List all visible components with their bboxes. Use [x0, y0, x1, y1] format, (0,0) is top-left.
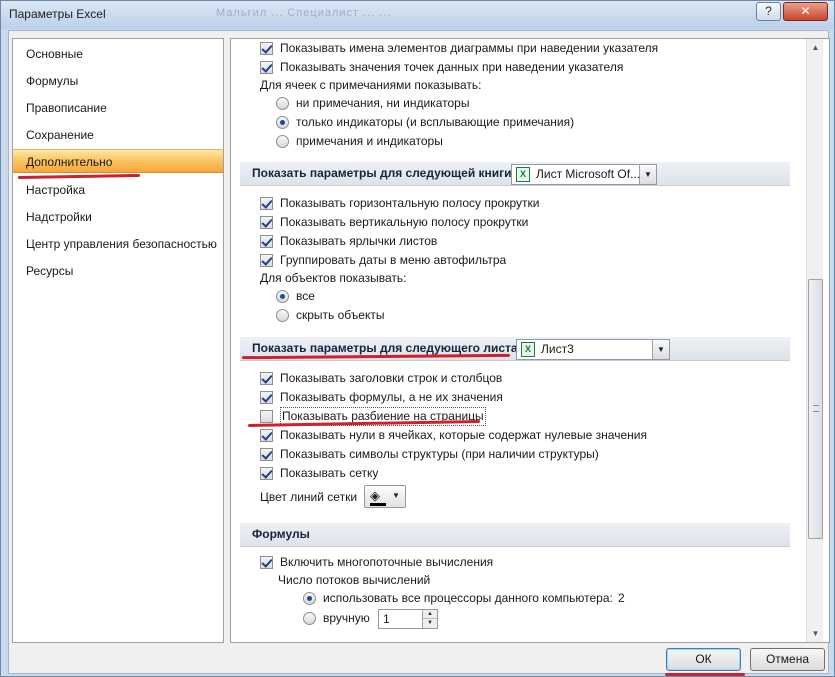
section-title: Показать параметры для следующего листа: — [252, 341, 522, 355]
section-title: Показать параметры для следующей книги: — [252, 166, 516, 180]
section-title: Формулы — [252, 527, 310, 541]
nav-item-customize[interactable]: Настройка — [13, 178, 223, 202]
threads-spinner[interactable]: 1 ▲ ▼ — [378, 609, 438, 629]
annotation-underline-ok — [665, 673, 745, 676]
checkbox-checked[interactable] — [260, 448, 273, 461]
title-bar: Параметры Excel Мальгил ... Специалист .… — [1, 1, 834, 29]
checkbox-checked[interactable] — [260, 197, 273, 210]
window-title: Параметры Excel — [9, 7, 106, 21]
checkbox-unchecked[interactable] — [260, 410, 273, 423]
chevron-down-icon[interactable]: ▼ — [392, 491, 400, 500]
label: Группировать даты в меню автофильтра — [280, 253, 507, 267]
checkbox-checked[interactable] — [260, 391, 273, 404]
content-scrollbar[interactable]: ▲ ▼ — [806, 39, 823, 642]
help-button[interactable]: ? — [756, 2, 781, 21]
radio-off[interactable] — [303, 612, 316, 625]
gridline-color-label: Цвет линий сетки — [260, 490, 358, 504]
ok-button[interactable]: ОК — [666, 648, 741, 671]
excel-file-icon: X — [516, 167, 530, 182]
label: только индикаторы (и всплывающие примеча… — [296, 115, 575, 129]
nav-item-formulas[interactable]: Формулы — [13, 69, 223, 93]
label: Показывать нули в ячейках, которые содер… — [280, 428, 647, 442]
label: примечания и индикаторы — [296, 134, 443, 148]
checkbox-checked[interactable] — [260, 467, 273, 480]
radio-on[interactable] — [276, 290, 289, 303]
checkbox-checked[interactable] — [260, 372, 273, 385]
paint-bucket-icon: ◈ — [370, 488, 380, 503]
chevron-down-icon[interactable]: ▼ — [639, 165, 656, 184]
checkbox-checked[interactable] — [260, 254, 273, 267]
gridline-color-picker[interactable]: ◈ ▼ — [364, 485, 406, 508]
section-formulas: Формулы — [240, 523, 790, 547]
cancel-button[interactable]: Отмена — [750, 648, 825, 671]
color-swatch — [370, 503, 386, 506]
settings-content: Показывать имена элементов диаграммы при… — [230, 38, 830, 643]
scroll-down-icon[interactable]: ▼ — [807, 625, 824, 642]
label: Показывать значения точек данных при нав… — [280, 60, 624, 74]
nav-item-save[interactable]: Сохранение — [13, 123, 223, 147]
nav-item-addins[interactable]: Надстройки — [13, 205, 223, 229]
label: Показывать заголовки строк и столбцов — [280, 371, 503, 385]
label: Включить многопоточные вычисления — [280, 555, 494, 569]
label: Показывать сетку — [280, 466, 379, 480]
checkbox-checked[interactable] — [260, 216, 273, 229]
spin-down-icon[interactable]: ▼ — [423, 619, 437, 628]
radio-off[interactable] — [276, 97, 289, 110]
workbook-combo[interactable]: X Лист Microsoft Of... ▼ — [511, 164, 657, 185]
label: Показывать формулы, а не их значения — [280, 390, 503, 404]
chevron-down-icon[interactable]: ▼ — [652, 340, 669, 359]
spin-up-icon[interactable]: ▲ — [423, 610, 437, 619]
radio-on[interactable] — [303, 592, 316, 605]
close-button[interactable]: ✕ — [783, 2, 828, 21]
nav-item-proofing[interactable]: Правописание — [13, 96, 223, 120]
label: Показывать символы структуры (при наличи… — [280, 447, 599, 461]
label: скрыть объекты — [296, 308, 385, 322]
combo-value: Лист3 — [541, 342, 574, 356]
label: Показывать ярлычки листов — [280, 234, 438, 248]
nav-item-general[interactable]: Основные — [13, 42, 223, 66]
checkbox-checked[interactable] — [260, 429, 273, 442]
label: все — [296, 289, 315, 303]
nav-item-trust-center[interactable]: Центр управления безопасностью — [13, 232, 223, 256]
radio-off[interactable] — [276, 309, 289, 322]
sheet-combo[interactable]: X Лист3 ▼ — [516, 339, 670, 360]
scroll-thumb[interactable] — [808, 279, 823, 539]
threads-label: Число потоков вычислений — [278, 573, 431, 587]
checkbox-checked[interactable] — [260, 556, 273, 569]
label: Показывать имена элементов диаграммы при… — [280, 41, 659, 55]
spinner-buttons: ▲ ▼ — [422, 610, 437, 628]
radio-off[interactable] — [276, 135, 289, 148]
label: вручную — [323, 611, 370, 625]
label: ни примечания, ни индикаторы — [296, 96, 470, 110]
objects-label: Для объектов показывать: — [260, 271, 407, 285]
processor-count: 2 — [618, 591, 625, 605]
combo-value: Лист Microsoft Of... — [536, 167, 641, 181]
grip-icon — [813, 405, 819, 412]
excel-options-window: Параметры Excel Мальгил ... Специалист .… — [0, 0, 835, 677]
label: Показывать вертикальную полосу прокрутки — [280, 215, 529, 229]
spinner-value: 1 — [383, 612, 390, 626]
nav-item-resources[interactable]: Ресурсы — [13, 259, 223, 283]
checkbox-checked[interactable] — [260, 235, 273, 248]
radio-on[interactable] — [276, 116, 289, 129]
comments-label: Для ячеек с примечаниями показывать: — [260, 78, 482, 92]
scroll-up-icon[interactable]: ▲ — [807, 39, 824, 56]
label: использовать все процессоры данного комп… — [323, 591, 613, 605]
nav-item-advanced[interactable]: Дополнительно — [13, 149, 223, 173]
background-title-ghost: Мальгил ... Специалист ... ... — [216, 7, 392, 19]
checkbox-checked[interactable] — [260, 42, 273, 55]
category-nav: Основные Формулы Правописание Сохранение… — [12, 38, 224, 643]
label: Показывать горизонтальную полосу прокрут… — [280, 196, 540, 210]
excel-sheet-icon: X — [521, 342, 535, 357]
checkbox-checked[interactable] — [260, 61, 273, 74]
